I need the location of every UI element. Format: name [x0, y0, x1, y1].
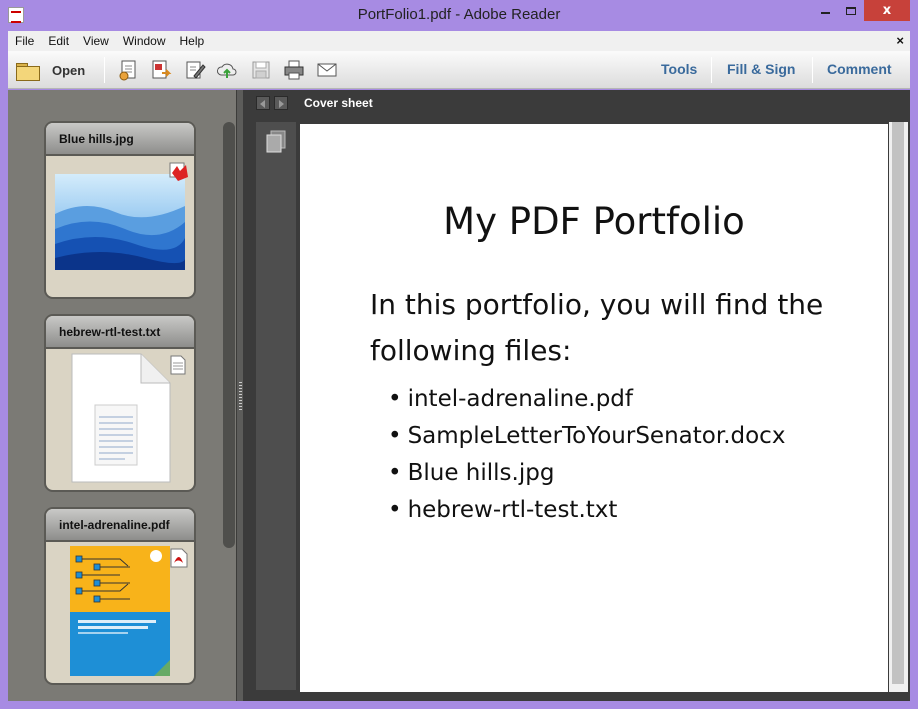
open-folder-icon [16, 61, 40, 81]
list-item: hebrew-rtl-test.txt [388, 492, 785, 529]
edit-pdf-icon[interactable] [184, 59, 206, 81]
menu-bar: File Edit View Window Help × [8, 31, 910, 51]
text-file-badge-icon [170, 355, 186, 375]
maximize-icon [846, 6, 856, 15]
document-pane: Cover sheet My PDF Portfolio In this por… [243, 90, 910, 701]
image-badge-icon [169, 162, 188, 181]
main-area: Blue hills.jpg hebrew-rtl-test.txt intel… [8, 90, 910, 701]
window-title: PortFolio1.pdf - Adobe Reader [357, 6, 561, 23]
portfolio-card-intel-adrenaline[interactable]: intel-adrenaline.pdf [44, 507, 196, 685]
document-file-list: intel-adrenaline.pdf SampleLetterToYourS… [388, 381, 786, 529]
list-item: Blue hills.jpg [388, 455, 785, 492]
toolbar-separator [711, 57, 712, 83]
upload-cloud-icon[interactable] [216, 59, 238, 81]
create-pdf-icon[interactable] [118, 59, 140, 81]
card-thumbnail-area [46, 156, 194, 297]
minimize-icon [820, 11, 830, 14]
menu-help[interactable]: Help [173, 34, 212, 48]
navigation-strip [256, 122, 296, 690]
document-nav-title: Cover sheet [304, 96, 373, 110]
menu-window[interactable]: Window [116, 34, 173, 48]
print-icon[interactable] [283, 59, 305, 81]
next-arrow-icon[interactable] [274, 96, 288, 110]
menu-edit[interactable]: Edit [41, 34, 76, 48]
splitter-grip-icon[interactable] [239, 382, 242, 410]
close-icon: x [882, 3, 892, 18]
document-nav-bar: Cover sheet [243, 90, 910, 116]
open-button-label: Open [52, 62, 86, 78]
menu-file[interactable]: File [8, 34, 41, 48]
portfolio-scrollbar-thumb[interactable] [223, 122, 235, 548]
blue-hills-thumbnail [55, 174, 185, 270]
title-bar[interactable]: PortFolio1.pdf - Adobe Reader x [0, 0, 918, 31]
portfolio-card-blue-hills[interactable]: Blue hills.jpg [44, 121, 196, 299]
maximize-button[interactable] [838, 0, 864, 21]
document-title: My PDF Portfolio [443, 200, 745, 243]
fill-sign-link[interactable]: Fill & Sign [727, 61, 795, 77]
portfolio-file-pane: Blue hills.jpg hebrew-rtl-test.txt intel… [8, 90, 236, 701]
previous-arrow-icon[interactable] [256, 96, 270, 110]
card-file-name: Blue hills.jpg [46, 123, 194, 156]
card-thumbnail-area [46, 349, 194, 490]
list-item: SampleLetterToYourSenator.docx [388, 418, 786, 455]
minimize-button[interactable] [812, 0, 838, 21]
toolbar-separator [104, 57, 105, 83]
toolbar: Open Tools Fill & Sign Comment [8, 51, 910, 89]
text-file-thumbnail [71, 353, 171, 483]
menu-view[interactable]: View [76, 34, 116, 48]
toolbar-separator [812, 57, 813, 83]
document-scrollbar-thumb[interactable] [892, 122, 904, 684]
card-file-name: intel-adrenaline.pdf [46, 509, 194, 542]
portfolio-card-hebrew-rtl[interactable]: hebrew-rtl-test.txt [44, 314, 196, 492]
export-pdf-icon[interactable] [150, 59, 172, 81]
email-icon[interactable] [316, 59, 338, 81]
app-window: PortFolio1.pdf - Adobe Reader x File Edi… [0, 0, 918, 709]
comment-link[interactable]: Comment [827, 61, 892, 77]
list-item: intel-adrenaline.pdf [388, 381, 785, 418]
close-document-button[interactable]: × [896, 33, 904, 48]
document-scrollbar[interactable] [889, 122, 908, 692]
pdf-badge-icon [170, 548, 188, 568]
page-thumbnails-icon[interactable] [265, 130, 287, 154]
document-intro: In this portfolio, you will find the fol… [370, 288, 824, 367]
card-thumbnail-area [46, 542, 194, 683]
intel-pdf-thumbnail [70, 546, 170, 676]
save-icon[interactable] [250, 59, 272, 81]
tools-link[interactable]: Tools [661, 61, 697, 77]
card-file-name: hebrew-rtl-test.txt [46, 316, 194, 349]
close-button[interactable]: x [864, 0, 910, 21]
document-page: My PDF Portfolio In this portfolio, you … [300, 124, 888, 692]
open-button[interactable]: Open [16, 57, 85, 83]
